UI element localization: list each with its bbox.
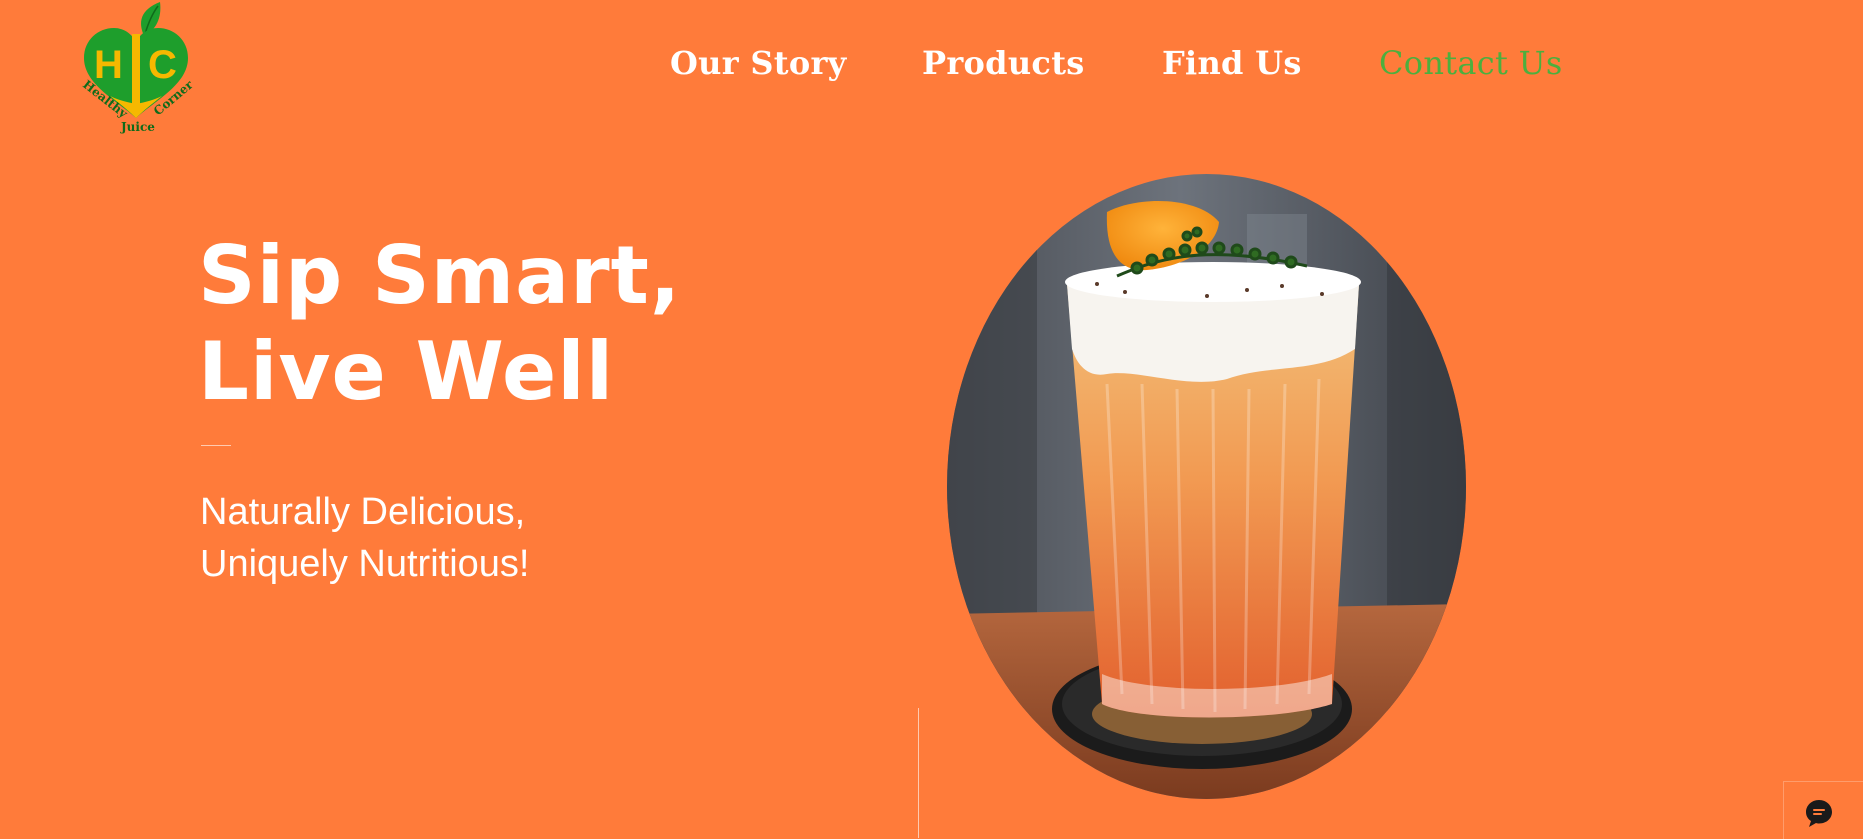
- hero-subtitle-line-1: Naturally Delicious,: [200, 491, 526, 533]
- main-navigation: Our Story Products Find Us Contact Us: [0, 44, 1863, 84]
- hero-headline-line-2: Live Well: [198, 325, 615, 418]
- hero-subtitle: Naturally Delicious, Uniquely Nutritious…: [200, 486, 529, 590]
- chat-widget-button[interactable]: [1783, 781, 1863, 839]
- chat-bubble-icon: [1806, 800, 1832, 827]
- hero-juice-image: [947, 174, 1466, 799]
- nav-link-find-us[interactable]: Find Us: [1162, 44, 1302, 82]
- vertical-divider-line: [918, 708, 919, 838]
- nav-link-products[interactable]: Products: [922, 44, 1085, 82]
- logo-text-juice: Juice: [120, 120, 155, 134]
- hero-headline: Sip Smart, Live Well: [198, 228, 681, 420]
- nav-link-our-story[interactable]: Our Story: [670, 44, 847, 82]
- hero-headline-line-1: Sip Smart,: [198, 229, 682, 322]
- juice-glass-illustration: [947, 174, 1466, 799]
- hero-subtitle-line-2: Uniquely Nutritious!: [200, 543, 530, 585]
- headline-divider: [201, 445, 231, 446]
- nav-link-contact-us[interactable]: Contact Us: [1379, 44, 1563, 82]
